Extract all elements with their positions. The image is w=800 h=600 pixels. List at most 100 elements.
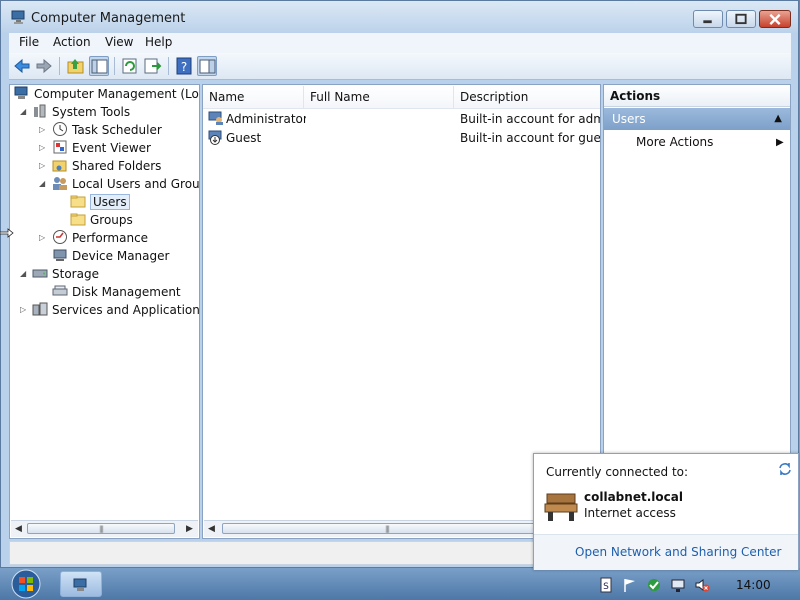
actions-section-label: Users [612,112,646,126]
tray-document-icon[interactable]: S [598,577,614,593]
forward-arrow-icon [36,58,52,74]
menu-view[interactable]: View [105,35,133,49]
tree-label: Device Manager [72,249,170,263]
computer-management-icon [11,10,25,24]
table-row[interactable]: Guest Built-in account for guest [203,129,600,147]
expand-arrow-icon[interactable]: ▷ [39,162,47,170]
actions-section-users[interactable]: Users ▲ [604,108,790,130]
clock-icon [52,121,68,137]
description-cell: Built-in account for admir [460,112,600,126]
tree-item-task-scheduler[interactable]: Task Scheduler [52,121,162,139]
show-hide-tree-icon [91,59,108,74]
taskbar-computer-management-button[interactable] [60,571,102,597]
expand-arrow-icon[interactable]: ▷ [20,306,28,314]
tree-label: Services and Applications [52,303,200,317]
help-button[interactable]: ? [174,56,194,76]
tree-item-disk-management[interactable]: Disk Management [52,283,181,301]
collapse-arrow-icon[interactable]: ◢ [39,180,47,188]
volume-muted-icon[interactable] [694,577,710,593]
tree-item-computer-management[interactable]: Computer Management (Local [14,85,200,103]
close-icon [769,13,781,25]
tree-label: Computer Management (Local [34,87,200,101]
menu-file[interactable]: File [19,35,39,49]
up-one-level-button[interactable] [66,56,86,76]
minimize-button[interactable] [693,10,723,28]
show-hide-console-tree-button[interactable] [89,56,109,76]
folder-icon [70,193,86,209]
taskbar: S 14:00 [0,568,800,600]
forward-button[interactable] [34,56,54,76]
disk-management-icon [52,283,68,299]
expand-arrow-icon[interactable]: ▷ [39,126,47,134]
folder-icon [70,211,86,227]
tree-item-performance[interactable]: Performance [52,229,148,247]
collapse-arrow-icon[interactable]: ◢ [20,270,28,278]
expand-arrow-icon[interactable]: ▷ [39,144,47,152]
scroll-right-icon[interactable]: ▶ [186,524,193,534]
tree-item-services-applications[interactable]: Services and Applications [32,301,200,319]
tree-item-storage[interactable]: Storage [32,265,99,283]
start-button[interactable] [8,569,44,599]
tree-item-local-users-groups[interactable]: Local Users and Groups [52,175,200,193]
export-list-button[interactable] [143,56,163,76]
back-arrow-icon [14,58,30,74]
name-cell: Administrator [208,110,306,128]
network-icon[interactable] [670,577,686,593]
collapse-up-icon[interactable]: ▲ [774,108,782,130]
scroll-left-icon[interactable]: ◀ [15,524,22,534]
scroll-left-icon[interactable]: ◀ [208,524,215,534]
tree-item-device-manager[interactable]: Device Manager [52,247,169,265]
tree-label: Storage [52,267,99,281]
shared-folder-icon [52,157,68,173]
close-button[interactable] [759,10,791,28]
storage-icon [32,265,48,281]
show-hide-action-pane-button[interactable] [197,56,217,76]
table-row[interactable]: Administrator Built-in account for admir [203,110,600,128]
more-actions-item[interactable]: More Actions [636,135,713,149]
disabled-user-icon [208,129,224,145]
export-list-icon [144,58,162,74]
grip-icon: ||| [98,525,104,533]
tree-horizontal-scrollbar[interactable]: ◀ ||| ▶ [11,520,198,537]
taskbar-clock[interactable]: 14:00 [736,578,771,592]
title-bar[interactable]: Computer Management [1,1,798,33]
computer-management-icon [73,578,87,591]
toolbar-separator [59,57,60,75]
expand-arrow-icon[interactable]: ▷ [39,234,47,242]
menu-help[interactable]: Help [145,35,172,49]
maximize-button[interactable] [726,10,756,28]
console-tree-pane[interactable]: Computer Management (Local ◢ System Tool… [9,84,200,539]
tree-item-groups[interactable]: Groups [70,211,133,229]
tree-label: Performance [72,231,149,245]
computer-management-icon [14,85,30,101]
tree-item-users[interactable]: Users [70,193,130,211]
submenu-arrow-icon: ▶ [776,137,784,148]
menu-action[interactable]: Action [53,35,91,49]
action-center-flag-icon[interactable] [622,577,638,593]
event-viewer-icon [52,139,68,155]
security-check-icon[interactable] [646,577,662,593]
column-header-description[interactable]: Description [454,86,600,108]
tree-label: Task Scheduler [72,123,162,137]
tree-label: Shared Folders [72,159,162,173]
open-network-sharing-center-link[interactable]: Open Network and Sharing Center [575,545,781,559]
collapse-arrow-icon[interactable]: ◢ [20,108,28,116]
refresh-icon[interactable] [777,461,793,477]
tree-item-shared-folders[interactable]: Shared Folders [52,157,161,175]
popup-footer: Open Network and Sharing Center [534,534,798,570]
tree-label: Local Users and Groups [72,177,200,191]
column-header-full-name[interactable]: Full Name [304,86,454,108]
tree-item-system-tools[interactable]: System Tools [32,103,130,121]
column-header-name[interactable]: Name [203,86,304,108]
tree-item-event-viewer[interactable]: Event Viewer [52,139,151,157]
refresh-icon [122,58,137,74]
scrollbar-thumb[interactable]: ||| [222,523,552,534]
refresh-button[interactable] [120,56,140,76]
description-cell: Built-in account for guest [460,131,600,145]
list-header: Name Full Name Description [203,85,600,109]
network-access-status: Internet access [584,506,676,520]
window-title: Computer Management [31,11,186,26]
scrollbar-thumb[interactable]: ||| [27,523,175,534]
toolbar-separator [168,57,169,75]
back-button[interactable] [12,56,32,76]
